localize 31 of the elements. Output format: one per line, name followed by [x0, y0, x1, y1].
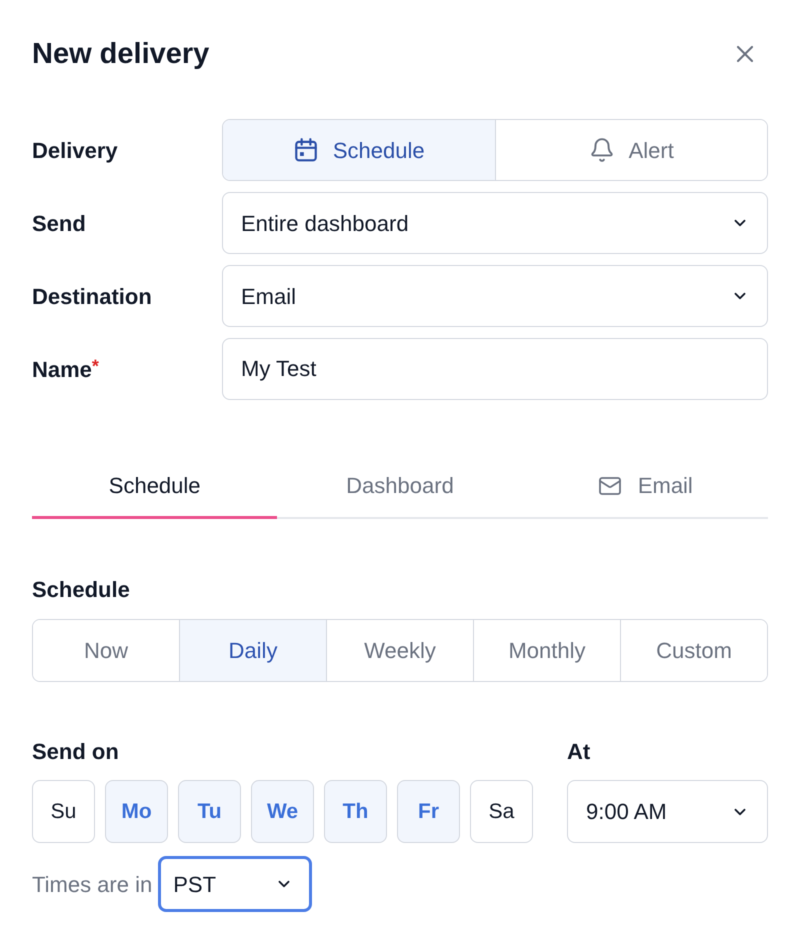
tab[interactable]: Email — [522, 459, 768, 519]
field-label: Send — [32, 210, 87, 238]
envelope-icon — [598, 474, 622, 498]
field-label: At — [567, 739, 592, 765]
weekday-button[interactable]: Sa — [470, 780, 533, 843]
delivery-option[interactable]: Alert — [494, 120, 767, 180]
schedule-option[interactable]: Custom — [620, 620, 767, 681]
weekday-button[interactable]: Tu — [178, 780, 241, 843]
name-input[interactable]: My Test — [222, 338, 768, 400]
section-heading: Schedule — [32, 577, 131, 603]
schedule-option[interactable]: Daily — [179, 620, 326, 681]
destination-select[interactable]: Email — [222, 265, 768, 327]
field-label: Destination — [32, 282, 153, 310]
dialog-title: New delivery — [32, 37, 210, 72]
field-label: Send on — [32, 739, 120, 765]
field-label: Name* — [32, 354, 100, 384]
weekday-button[interactable]: Th — [324, 780, 387, 843]
bell-icon — [588, 137, 615, 163]
field-label: Delivery — [32, 136, 119, 165]
calendar-icon — [292, 137, 319, 163]
weekday-button[interactable]: Su — [32, 780, 95, 843]
timezone-select[interactable]: PST — [158, 856, 312, 912]
weekday-button[interactable]: We — [251, 780, 314, 843]
send-select[interactable]: Entire dashboard — [222, 192, 768, 254]
timezone-label: Times are in — [32, 870, 152, 898]
delivery-option[interactable]: Schedule — [223, 120, 494, 180]
weekday-button[interactable]: Mo — [105, 780, 168, 843]
tab[interactable]: Schedule — [32, 459, 278, 519]
weekday-button[interactable]: Fr — [397, 780, 460, 843]
tab[interactable]: Dashboard — [277, 459, 523, 519]
time-select[interactable]: 9:00 AM — [567, 780, 768, 843]
